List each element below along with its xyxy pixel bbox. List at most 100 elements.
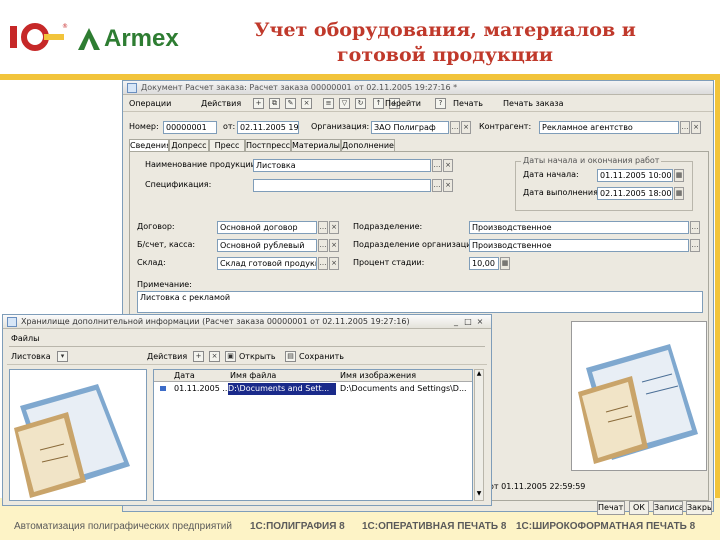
contract-field[interactable]: Основной договор bbox=[217, 221, 317, 234]
storage-actions-menu[interactable]: Действия bbox=[147, 351, 187, 363]
scroll-up-icon[interactable]: ▲ bbox=[475, 370, 483, 380]
print-bottom-button[interactable]: Печать bbox=[597, 501, 625, 515]
spec-clear-button[interactable]: × bbox=[443, 179, 453, 192]
leaflet-image bbox=[578, 344, 698, 464]
storage-toolbar: Листовка ▾ Действия + × ▣ Открыть ▤ Сохр… bbox=[7, 349, 487, 365]
column-filename[interactable]: Имя файла bbox=[230, 370, 276, 381]
organization-clear-button[interactable]: × bbox=[461, 121, 471, 134]
close-icon[interactable]: × bbox=[475, 317, 485, 327]
account-field[interactable]: Основной рублевый bbox=[217, 239, 317, 252]
footer-product-1: 1С:ПОЛИГРАФИЯ 8 bbox=[250, 521, 345, 532]
tab-svedeniya[interactable]: Сведения bbox=[129, 139, 169, 151]
calculator-icon[interactable]: ▦ bbox=[500, 257, 510, 270]
end-date-label: Дата выполнения: bbox=[523, 188, 601, 197]
cell-filename[interactable]: D:\Documents and Sett... bbox=[228, 383, 336, 395]
maximize-icon[interactable]: □ bbox=[463, 317, 473, 327]
print-order-button[interactable]: Печать заказа bbox=[503, 98, 564, 110]
document-icon bbox=[127, 83, 137, 93]
warehouse-clear-button[interactable]: × bbox=[329, 257, 339, 270]
department-field[interactable]: Производственное bbox=[469, 221, 689, 234]
structure-icon[interactable]: ≡ bbox=[323, 98, 334, 109]
cell-imagename: D:\Documents and Settings\D... bbox=[340, 384, 467, 393]
menu-operations[interactable]: Операции bbox=[129, 98, 171, 110]
add-icon[interactable]: + bbox=[253, 98, 264, 109]
product-select-button[interactable]: … bbox=[432, 159, 442, 172]
product-image-panel bbox=[571, 321, 707, 471]
product-name-field[interactable]: Листовка bbox=[253, 159, 431, 172]
tab-press[interactable]: Пресс bbox=[209, 139, 245, 151]
save-to-disk-button[interactable]: Сохранить bbox=[299, 351, 344, 363]
spec-select-button[interactable]: … bbox=[432, 179, 442, 192]
storage-delete-icon[interactable]: × bbox=[209, 351, 220, 362]
scroll-down-icon[interactable]: ▼ bbox=[475, 490, 483, 500]
column-imagename[interactable]: Имя изображения bbox=[340, 370, 416, 381]
organization-select-button[interactable]: … bbox=[450, 121, 460, 134]
date-label: от: bbox=[223, 122, 236, 131]
table-scrollbar[interactable]: ▲ ▼ bbox=[474, 369, 484, 501]
counterparty-field[interactable]: Рекламное агентство bbox=[539, 121, 679, 134]
copy-icon[interactable]: ⧉ bbox=[269, 98, 280, 109]
storage-title: Хранилище дополнительной информации (Рас… bbox=[3, 315, 491, 329]
menu-actions[interactable]: Действия bbox=[201, 98, 241, 110]
dropdown-icon[interactable]: ▾ bbox=[57, 351, 68, 362]
org-department-field[interactable]: Производственное bbox=[469, 239, 689, 252]
up-icon[interactable]: ↑ bbox=[373, 98, 384, 109]
warehouse-field[interactable]: Склад готовой продукции bbox=[217, 257, 317, 270]
edit-icon[interactable]: ✎ bbox=[285, 98, 296, 109]
spec-field[interactable] bbox=[253, 179, 431, 192]
stage-percent-label: Процент стадии: bbox=[353, 258, 425, 267]
filter-icon[interactable]: ▽ bbox=[339, 98, 350, 109]
product-clear-button[interactable]: × bbox=[443, 159, 453, 172]
account-clear-button[interactable]: × bbox=[329, 239, 339, 252]
note-field[interactable]: Листовка с рекламой bbox=[137, 291, 703, 313]
table-row[interactable]: 01.11.2005 ... D:\Documents and Sett... … bbox=[154, 383, 472, 395]
tab-dopress[interactable]: Допресс bbox=[169, 139, 209, 151]
start-date-picker-icon[interactable]: ▦ bbox=[674, 169, 684, 182]
account-select-button[interactable]: … bbox=[318, 239, 328, 252]
org-department-select-button[interactable]: … bbox=[690, 239, 700, 252]
contract-select-button[interactable]: … bbox=[318, 221, 328, 234]
help-icon[interactable]: ? bbox=[435, 98, 446, 109]
end-date-field[interactable]: 02.11.2005 18:00:0 bbox=[597, 187, 673, 200]
tab-addition[interactable]: Дополнение bbox=[341, 139, 395, 151]
document-toolbar: Операции Действия + ⧉ ✎ × ≡ ▽ ↻ ↑ ↓ Пере… bbox=[123, 96, 713, 112]
row-marker-icon bbox=[160, 386, 166, 391]
view-select[interactable]: Листовка bbox=[11, 351, 51, 363]
end-date-picker-icon[interactable]: ▦ bbox=[674, 187, 684, 200]
date-field[interactable]: 02.11.2005 19: bbox=[237, 121, 299, 134]
organization-label: Организация: bbox=[311, 122, 370, 131]
open-file-icon[interactable]: ▣ bbox=[225, 351, 236, 362]
files-table[interactable]: Дата Имя файла Имя изображения 01.11.200… bbox=[153, 369, 473, 501]
contract-clear-button[interactable]: × bbox=[329, 221, 339, 234]
start-date-field[interactable]: 01.11.2005 10:00:0 bbox=[597, 169, 673, 182]
counterparty-clear-button[interactable]: × bbox=[691, 121, 701, 134]
cell-date: 01.11.2005 ... bbox=[174, 384, 230, 393]
minimize-icon[interactable]: _ bbox=[451, 317, 461, 327]
organization-field[interactable]: ЗАО Полиграф bbox=[371, 121, 449, 134]
save-button[interactable]: Записать bbox=[653, 501, 683, 515]
number-field[interactable]: 00000001 bbox=[163, 121, 217, 134]
tab-postpress[interactable]: Постпресс bbox=[245, 139, 291, 151]
stage-percent-field[interactable]: 10,00 bbox=[469, 257, 499, 270]
right-accent-bar bbox=[715, 80, 720, 500]
close-button[interactable]: Закрыть bbox=[686, 501, 712, 515]
menu-go[interactable]: Перейти bbox=[385, 98, 421, 110]
svg-text:®: ® bbox=[62, 23, 68, 30]
counterparty-select-button[interactable]: … bbox=[680, 121, 690, 134]
number-label: Номер: bbox=[129, 122, 159, 131]
warehouse-select-button[interactable]: … bbox=[318, 257, 328, 270]
open-button[interactable]: Открыть bbox=[239, 351, 276, 363]
tab-materials[interactable]: Материалы bbox=[291, 139, 341, 151]
print-button[interactable]: Печать bbox=[453, 98, 483, 110]
refresh-icon[interactable]: ↻ bbox=[355, 98, 366, 109]
footer-product-2: 1С:ОПЕРАТИВНАЯ ПЕЧАТЬ 8 bbox=[362, 521, 507, 532]
spec-label: Спецификация: bbox=[145, 180, 212, 189]
column-date[interactable]: Дата bbox=[174, 370, 195, 381]
department-select-button[interactable]: … bbox=[690, 221, 700, 234]
delete-icon[interactable]: × bbox=[301, 98, 312, 109]
storage-add-icon[interactable]: + bbox=[193, 351, 204, 362]
ok-button[interactable]: ОК bbox=[629, 501, 649, 515]
file-preview bbox=[9, 369, 147, 501]
storage-window[interactable]: Хранилище дополнительной информации (Рас… bbox=[2, 314, 492, 506]
save-file-icon[interactable]: ▤ bbox=[285, 351, 296, 362]
